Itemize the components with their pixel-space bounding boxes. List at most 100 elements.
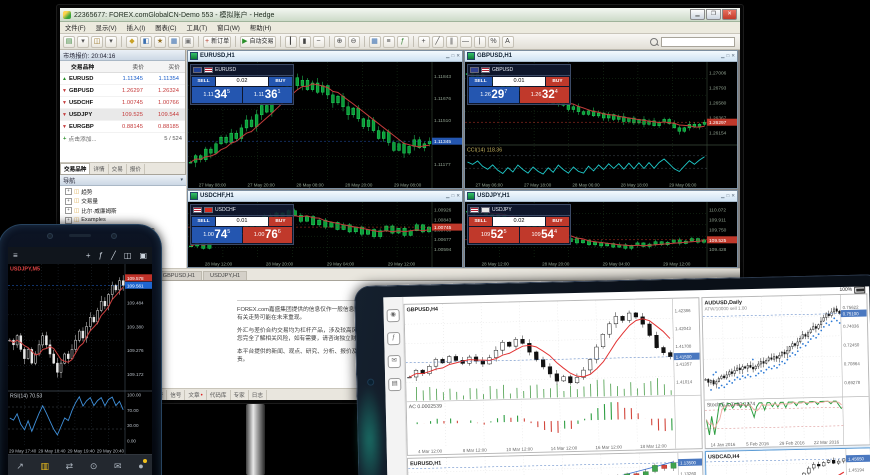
indicators-list[interactable]: ƒ [397,36,409,48]
crosshair-tool[interactable]: + [418,36,430,48]
expand-icon[interactable]: + [65,188,72,195]
zoom-out[interactable]: ⊖ [348,36,360,48]
column-header-卖价[interactable]: 卖价 [110,62,146,71]
tablet-chart-gbpusd[interactable]: 1.410141.413571.417001.420431.423861.415… [403,297,702,456]
terminal-toggle[interactable]: ▦ [168,36,180,48]
chart-body[interactable]: 1.261541.263671.265801.267931.270061.262… [465,62,737,188]
tablet-indicators-icon[interactable]: ƒ [387,332,400,345]
sell-label[interactable]: SELL [192,217,215,226]
toolbox-tab-代码库[interactable]: 代码库 [207,390,231,400]
candlestick-mode[interactable]: ▮ [299,36,311,48]
tablet-chat-icon[interactable]: ✉ [388,355,401,368]
restore-button[interactable]: ❐ [706,9,721,20]
symbol-row-gbpusd[interactable]: ▼GBPUSD1.262971.26324 [60,85,185,97]
market-watch-add-row[interactable]: + 点击添加... 5 / 524 [60,133,185,144]
market-watch-tab-1[interactable]: 详情 [90,164,108,174]
expand-icon[interactable]: + [65,207,72,214]
new-chart-dropdown[interactable]: ▾ [77,36,89,48]
widget-symbol-selector[interactable]: USDCHF [191,205,293,216]
minimize-button[interactable]: ▁ [690,9,705,20]
line-chart-mode[interactable]: ~ [313,36,325,48]
chart-titlebar[interactable]: USDCHF,H1▁□✕ [188,191,462,202]
chart-close-button[interactable]: ✕ [731,53,735,59]
sell-button-usdjpy[interactable]: 109525 [469,227,519,243]
chart-minimize-button[interactable]: ▁ [721,53,724,59]
column-header-买价[interactable]: 买价 [146,62,182,71]
navigator-item-1[interactable]: +◫交易量 [60,197,186,207]
expand-icon[interactable]: + [65,198,72,205]
toolbox-tab-文章[interactable]: 文章• [185,390,206,400]
profiles-dropdown[interactable]: ▾ [105,36,117,48]
buy-button-gbpusd[interactable]: 1.26324 [520,87,570,103]
buy-label[interactable]: BUY [269,217,292,226]
new-chart[interactable]: ▤ [63,36,75,48]
navigator-item-2[interactable]: +◫比尔·威廉姆斯 [60,206,186,216]
chart-titlebar[interactable]: EURUSD,H1▁□✕ [188,51,462,62]
messages-tab[interactable]: ● [138,461,143,471]
volume-input[interactable]: 0.01 [493,77,545,86]
widget-symbol-selector[interactable]: GBPUSD [468,65,570,76]
autotrading-button[interactable]: ▶自动交易 [240,36,275,48]
buy-label[interactable]: BUY [546,77,569,86]
profiles[interactable]: ◫ [91,36,103,48]
text-tool[interactable]: A [502,36,514,48]
charts-tab[interactable]: ▥ [41,461,50,472]
chart-close-button[interactable]: ✕ [456,193,460,199]
history-tab[interactable]: ⊙ [90,461,98,472]
menu-item-1[interactable]: 显示(V) [96,23,117,32]
toolbox-tab-日志[interactable]: 日志 [249,390,267,400]
toolbox-tab-专家[interactable]: 专家 [231,390,249,400]
chart-minimize-button[interactable]: ▁ [446,53,449,59]
chart-titlebar[interactable]: USDJPY,H1▁□✕ [465,191,737,202]
menu-item-6[interactable]: 帮助(H) [250,23,271,32]
buy-button-usdchf[interactable]: 1.00766 [243,227,293,243]
chart-restore-button[interactable]: □ [452,193,455,199]
market-watch-tab-2[interactable]: 交易 [109,164,127,174]
chart-restore-button[interactable]: □ [727,193,730,199]
tablet-chart-usdcad[interactable]: 1.437121.442061.447001.451941.456881.456… [705,447,870,475]
menu-icon[interactable]: ≡ [13,247,18,264]
bar-chart-mode[interactable]: ┃ [285,36,297,48]
sell-button-usdchf[interactable]: 1.00745 [192,227,242,243]
close-button[interactable]: ✕ [722,9,737,20]
sell-label[interactable]: SELL [192,77,215,86]
search-input[interactable] [661,37,735,47]
strategy-tester-toggle[interactable]: ▣ [182,36,194,48]
menu-item-4[interactable]: 工具(T) [187,23,208,32]
volume-input[interactable]: 0.02 [216,77,268,86]
navigator-item-0[interactable]: +◫趋势 [60,187,186,197]
chart-body[interactable]: 1.005941.006771.007601.008431.009261.007… [188,202,462,267]
widget-symbol-selector[interactable]: USDJPY [468,205,570,216]
symbol-row-usdchf[interactable]: ▼USDCHF1.007451.00766 [60,97,185,109]
sell-label[interactable]: SELL [469,77,492,86]
indicators-icon[interactable]: ƒ [99,247,103,264]
zoom-in[interactable]: ⊕ [334,36,346,48]
chart-tab-usdjpy-h1[interactable]: USDJPY,H1 [203,271,247,280]
chart-close-button[interactable]: ✕ [731,193,735,199]
navigator-toggle[interactable]: ★ [154,36,166,48]
timeframes[interactable]: ≡ [383,36,395,48]
symbol-row-eurgbp[interactable]: ▼EURGBP0.881450.88185 [60,121,185,133]
chart-restore-button[interactable]: □ [727,53,730,59]
crosshair-icon[interactable]: + [86,247,91,264]
market-watch-toggle[interactable]: ◆ [126,36,138,48]
channel-tool[interactable]: ∥ [446,36,458,48]
menu-item-2[interactable]: 插入(I) [127,23,146,32]
menu-item-0[interactable]: 文件(F) [65,23,86,32]
widget-symbol-selector[interactable]: EURUSD [191,65,293,76]
menu-item-5[interactable]: 窗口(W) [217,23,240,32]
buy-label[interactable]: BUY [269,77,292,86]
sell-button-gbpusd[interactable]: 1.26297 [469,87,519,103]
chart-tab-gbpusd-h1[interactable]: GBPUSD,H1 [156,271,202,280]
tablet-chart-audusd[interactable]: 0.692780.708640.724500.740360.756220.751… [701,293,870,449]
volume-input[interactable]: 0.01 [216,217,268,226]
buy-label[interactable]: BUY [546,217,569,226]
symbol-row-eurusd[interactable]: ▲EURUSD1.113451.11354 [60,73,185,85]
column-header-交易品种[interactable]: 交易品种 [69,62,110,71]
market-watch-tab-3[interactable]: 报价 [127,164,145,174]
mailbox-tab[interactable]: ✉ [114,461,122,472]
market-watch-tab-0[interactable]: 交易品种 [60,163,90,174]
chart-restore-button[interactable]: □ [452,53,455,59]
data-window-toggle[interactable]: ◧ [140,36,152,48]
new-order-button[interactable]: +新订单 [203,36,231,48]
